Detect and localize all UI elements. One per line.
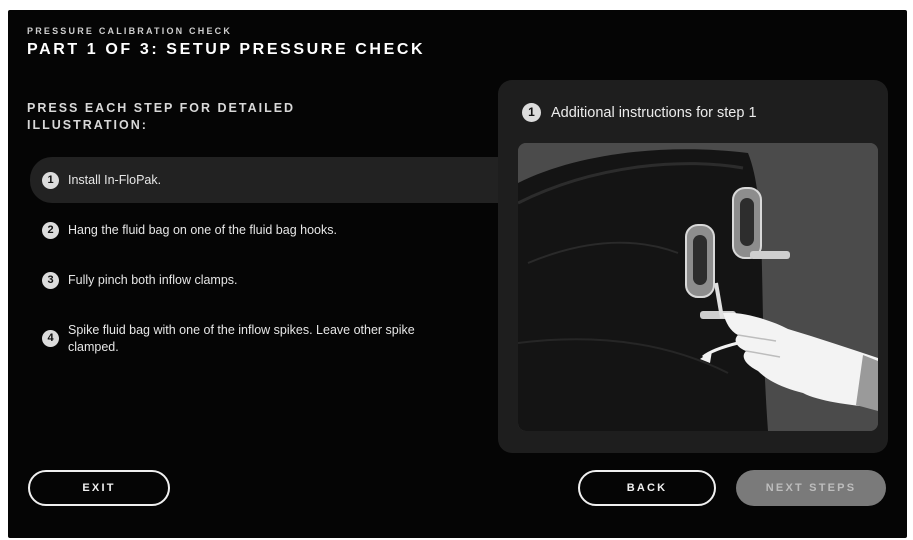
- screen-subtitle: PRESSURE CALIBRATION CHECK: [27, 26, 233, 36]
- next-steps-button[interactable]: NEXT STEPS: [736, 470, 886, 506]
- step-item-2[interactable]: 2 Hang the fluid bag on one of the fluid…: [42, 222, 478, 239]
- step-illustration: [518, 143, 878, 431]
- step-number-badge: 4: [42, 330, 59, 347]
- step-label: Install In-FloPak.: [68, 173, 162, 187]
- step-number-badge: 1: [42, 172, 59, 189]
- device-hand-illustration-icon: [518, 143, 878, 431]
- page-title: PART 1 OF 3: SETUP PRESSURE CHECK: [27, 41, 426, 58]
- step-list-prompt: PRESS EACH STEP FOR DETAILED ILLUSTRATIO…: [27, 101, 296, 132]
- exit-button[interactable]: EXIT: [28, 470, 170, 506]
- step-number-badge: 2: [42, 222, 59, 239]
- step-label: Fully pinch both inflow clamps.: [68, 273, 238, 287]
- step-item-4[interactable]: 4 Spike fluid bag with one of the inflow…: [42, 322, 468, 356]
- instruction-panel-title: Additional instructions for step 1: [551, 104, 757, 121]
- step-number-badge: 1: [522, 103, 541, 122]
- instruction-panel-header: 1 Additional instructions for step 1: [522, 103, 757, 122]
- step-item-3[interactable]: 3 Fully pinch both inflow clamps.: [42, 272, 478, 289]
- back-button[interactable]: BACK: [578, 470, 716, 506]
- step-label: Spike fluid bag with one of the inflow s…: [68, 323, 415, 354]
- step-number-badge: 3: [42, 272, 59, 289]
- step-item-1[interactable]: 1 Install In-FloPak.: [42, 172, 478, 189]
- step-label: Hang the fluid bag on one of the fluid b…: [68, 223, 337, 237]
